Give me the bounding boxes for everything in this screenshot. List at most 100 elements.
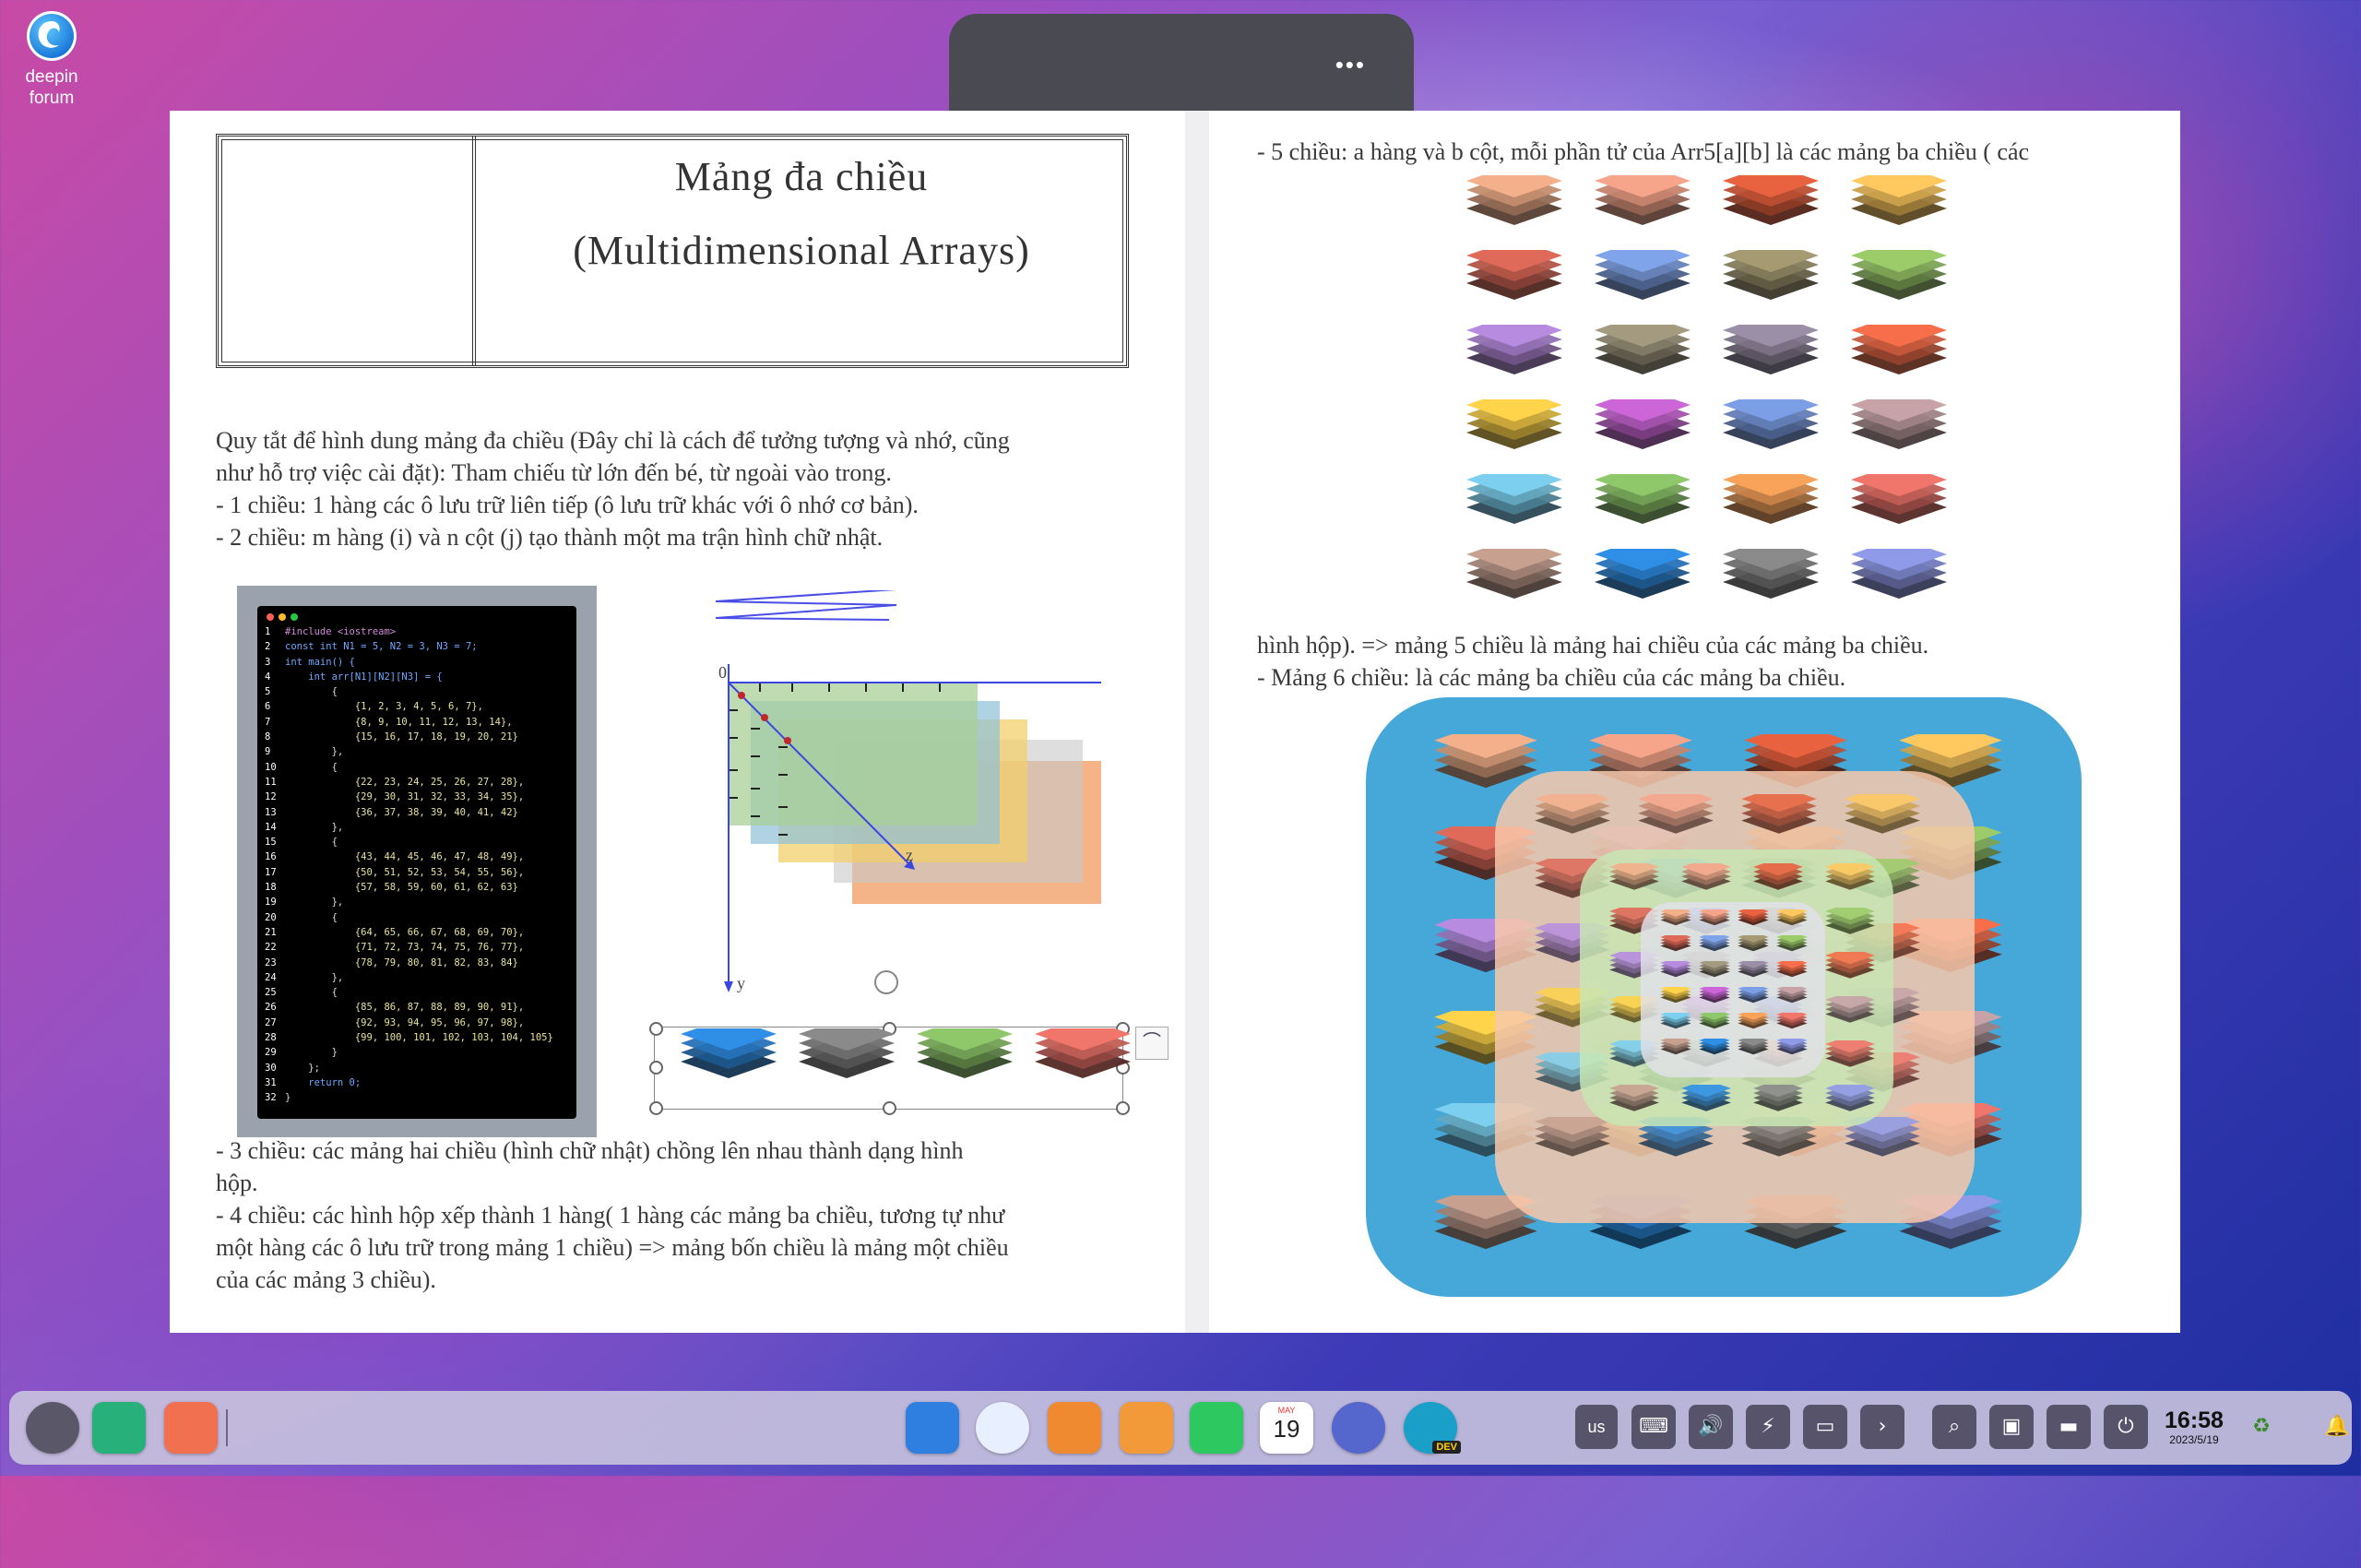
code-line: 1 #include <iostream> <box>265 626 397 637</box>
launcher-icon[interactable] <box>26 1402 79 1454</box>
array-3d-stack <box>1823 1079 1877 1128</box>
code-line: 9 }, <box>265 746 344 758</box>
array-3d-stack <box>1659 932 1692 963</box>
axis-label-y: y <box>737 974 745 992</box>
layer-stack-icon <box>1466 314 1562 374</box>
music-icon[interactable] <box>1190 1402 1243 1454</box>
keyboard-layout-button[interactable]: us <box>1575 1405 1618 1449</box>
layer-stack-icon <box>1776 1035 1808 1055</box>
table-divider <box>472 137 476 365</box>
array-3d-stack <box>1532 785 1613 856</box>
layer-stack-icon <box>1851 463 1947 524</box>
page-right: - 5 chiều: a hàng và b cột, mỗi phần tử … <box>1209 111 2180 1333</box>
bell-icon[interactable]: 🔔 <box>2315 1405 2359 1449</box>
calendar-day: 19 <box>1273 1415 1300 1443</box>
array-3d-stack <box>1737 906 1770 937</box>
layer-stack-icon <box>1851 388 1947 449</box>
doc-subtitle: (Multidimensional Arrays) <box>573 228 1030 273</box>
array-3d-stack <box>1737 1009 1770 1040</box>
layer-stack-icon <box>1723 314 1819 374</box>
code-line: 31 return 0; <box>265 1076 362 1088</box>
expand-tray-icon[interactable]: › <box>1860 1405 1904 1449</box>
text-line: một hàng các ô lưu trữ trong mảng 1 chiề… <box>216 1234 1009 1261</box>
layer-stack-icon <box>1753 858 1803 890</box>
layer-stack-icon <box>1776 932 1808 952</box>
code-line: 15 { <box>265 837 338 849</box>
text-line: hộp. <box>216 1170 258 1196</box>
screenshot-icon[interactable]: ▣ <box>1989 1405 2034 1449</box>
array-3d-stack <box>1737 932 1770 963</box>
desktop-deepin-forum[interactable]: deepin forum <box>13 11 90 109</box>
code-line: 8 {15, 16, 17, 18, 19, 20, 21} <box>265 731 518 743</box>
array-3d-stack <box>1608 858 1661 907</box>
control-center-icon[interactable] <box>1332 1402 1385 1454</box>
window-titlebar[interactable]: ••• <box>949 14 1414 111</box>
document-viewer[interactable]: Mảng đa chiều (Multidimensional Arrays) … <box>170 111 2180 1333</box>
code-line: 22 {71, 72, 73, 74, 75, 76, 77}, <box>265 942 525 954</box>
code-block: 1 #include <iostream> 2 const int N1 = 5, N… <box>257 606 576 1119</box>
layer-stack-icon <box>1741 785 1817 834</box>
code-line: 27 {92, 93, 94, 95, 96, 97, 98}, <box>265 1016 525 1028</box>
edge-dev-icon[interactable]: DEV <box>1404 1402 1461 1454</box>
text-line: - 4 chiều: các hình hộp xếp thành 1 hàng… <box>216 1202 1005 1229</box>
resize-handle[interactable] <box>649 1022 663 1036</box>
clock[interactable]: 16:58 2023/5/19 <box>2164 1408 2225 1446</box>
array-3d-stack <box>1847 164 1951 252</box>
array-3d-stack <box>1719 538 1822 625</box>
six-dim-illustration[interactable] <box>1366 697 2082 1297</box>
network-icon[interactable]: ⚡ <box>1746 1405 1790 1449</box>
array-3d-stack <box>1719 388 1822 476</box>
bottom-paragraph: - 3 chiều: các mảng hai chiều (hình chữ … <box>216 1134 1009 1296</box>
layer-stack-icon <box>1723 388 1819 449</box>
code-line: 10 { <box>265 761 338 773</box>
array-3d-stack <box>1775 932 1809 963</box>
resize-handle[interactable] <box>649 1101 663 1115</box>
code-line: 2 const int N1 = 5, N2 = 3, N3 = 7; <box>265 641 478 653</box>
layer-stack-icon <box>1609 1079 1659 1111</box>
trash-icon[interactable]: ♻ <box>2239 1405 2284 1449</box>
resize-handle[interactable] <box>649 1061 663 1075</box>
rotate-handle-icon[interactable] <box>874 970 898 994</box>
array-3d-stack <box>1591 164 1694 252</box>
array-3d-stack <box>1847 538 1951 625</box>
layout-options-icon[interactable]: ⌒ <box>1135 1027 1169 1060</box>
array-3d-stack <box>1698 1035 1731 1066</box>
keyboard-icon[interactable]: ⌨ <box>1631 1405 1676 1449</box>
array-3d-stack <box>1698 983 1731 1015</box>
multitask-icon[interactable] <box>92 1402 146 1454</box>
window-menu-button[interactable]: ••• <box>1335 51 1366 79</box>
text-line: - 1 chiều: 1 hàng các ô lưu trữ liên tiế… <box>216 492 919 518</box>
battery-icon[interactable]: ▭ <box>1803 1405 1847 1449</box>
code-image[interactable]: 1 #include <iostream> 2 const int N1 = 5, N… <box>237 586 597 1137</box>
volume-icon[interactable]: 🔊 <box>1689 1405 1733 1449</box>
image-viewer-icon[interactable] <box>1120 1402 1173 1454</box>
array-3d-stack <box>1823 991 1877 1039</box>
power-icon[interactable]: ⏻ <box>2104 1405 2148 1449</box>
notification-center-icon[interactable]: ▬ <box>2047 1405 2091 1449</box>
array-3d-stack <box>1751 858 1805 907</box>
axis-label-o: 0 <box>718 663 727 682</box>
app-store-icon[interactable] <box>1048 1402 1101 1454</box>
layer-stack-icon <box>1466 239 1562 300</box>
array-3d-stack <box>1719 239 1822 327</box>
axes-diagram[interactable]: 0 x y z <box>640 590 1101 1024</box>
array-3d-stack <box>1698 906 1731 937</box>
layer-stack-icon <box>1638 785 1714 834</box>
app-store-grid-icon[interactable] <box>164 1402 218 1454</box>
array-3d-stack <box>1719 164 1822 252</box>
layer-stack-icon <box>1851 239 1947 300</box>
file-manager-icon[interactable] <box>906 1402 959 1454</box>
layer-stack-icon <box>1660 906 1691 926</box>
search-icon[interactable]: ⌕ <box>1932 1405 1976 1449</box>
clock-date: 2023/5/19 <box>2169 1433 2219 1446</box>
layer-stack-icon <box>1738 906 1769 926</box>
layer-stack-icon <box>1776 957 1808 978</box>
array-3d-stack <box>1679 858 1733 907</box>
layer-stack-icon <box>1595 463 1691 524</box>
calendar-icon[interactable]: MAY 19 <box>1260 1402 1313 1454</box>
browser-icon[interactable] <box>976 1402 1029 1454</box>
layer-stack-icon <box>1699 1009 1730 1029</box>
array-3d-stack <box>1847 314 1951 401</box>
array-3d-stack <box>1847 239 1951 327</box>
array-3d-stack <box>1823 858 1877 907</box>
